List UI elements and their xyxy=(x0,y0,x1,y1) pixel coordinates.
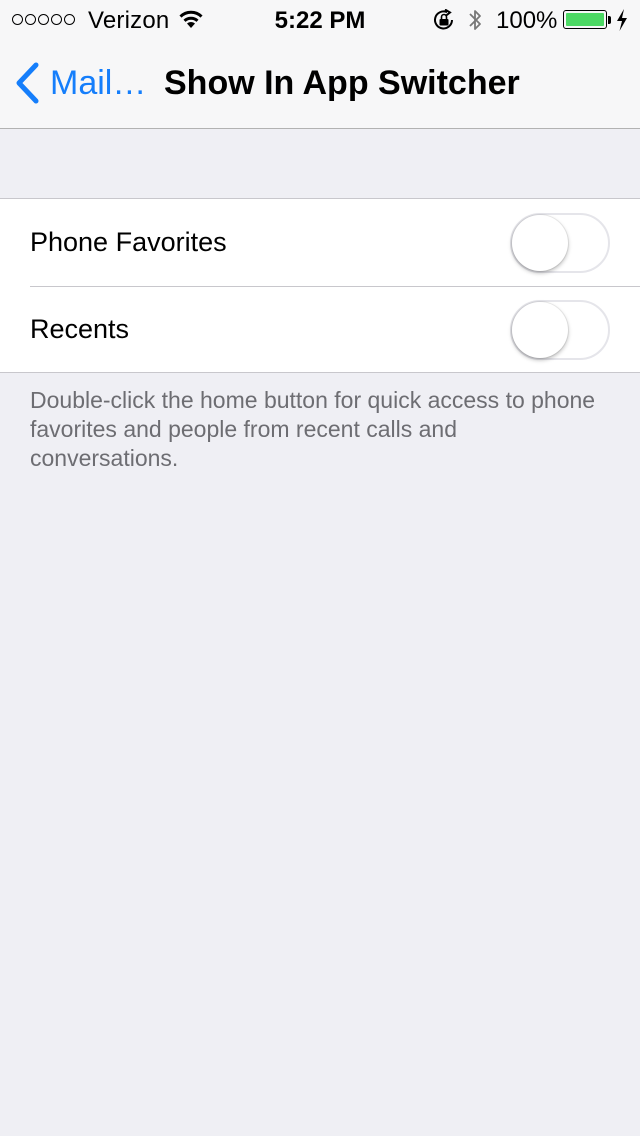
phone-favorites-toggle[interactable] xyxy=(510,212,610,273)
footer-description: Double-click the home button for quick a… xyxy=(30,387,596,471)
setting-row-phone-favorites: Phone Favorites xyxy=(0,199,640,286)
battery-icon xyxy=(563,10,607,29)
bluetooth-icon xyxy=(469,10,481,30)
page-title: Show In App Switcher xyxy=(164,64,520,102)
toggle-knob xyxy=(512,214,568,271)
back-button[interactable]: Mail… xyxy=(14,62,146,104)
setting-label: Recents xyxy=(30,314,130,344)
setting-row-recents: Recents xyxy=(0,286,640,373)
toggle-knob xyxy=(512,301,568,358)
header: Verizon 5:22 PM 100% Mail… Show In App S… xyxy=(0,0,640,129)
orientation-lock-icon xyxy=(434,9,453,30)
charging-bolt-icon xyxy=(617,9,627,31)
navigation-bar: Mail… Show In App Switcher xyxy=(0,40,640,128)
chevron-left-icon xyxy=(16,62,39,104)
setting-label: Phone Favorites xyxy=(30,227,227,257)
recents-toggle[interactable] xyxy=(510,299,610,360)
status-bar: Verizon 5:22 PM 100% xyxy=(0,0,640,40)
settings-group: Phone Favorites Recents xyxy=(0,198,640,373)
battery-percent: 100% xyxy=(496,7,558,34)
battery-cap xyxy=(608,16,611,24)
back-button-label: Mail… xyxy=(50,63,147,102)
